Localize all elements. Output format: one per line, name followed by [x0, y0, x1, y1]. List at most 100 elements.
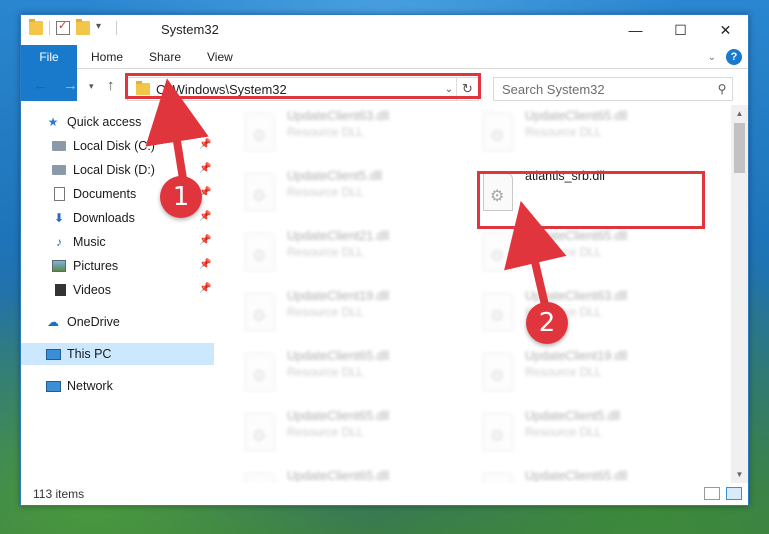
tab-view[interactable]: View: [193, 45, 247, 69]
scroll-down-icon[interactable]: ▼: [731, 466, 748, 483]
maximize-button[interactable]: ☐: [658, 15, 703, 45]
pin-icon[interactable]: 📌: [199, 235, 211, 246]
title-bar: ▾ System32 — ☐ ✕: [21, 15, 748, 45]
sidebar-item-label: OneDrive: [67, 315, 120, 329]
file-name: UpdateClient65.dll: [525, 469, 628, 483]
sidebar-item-quick-access[interactable]: ★ Quick access: [45, 111, 215, 133]
search-icon: ⚲: [717, 82, 727, 96]
sidebar-item-onedrive[interactable]: ☁ OneDrive: [45, 311, 215, 333]
folder-icon: [29, 19, 43, 35]
status-bar: 113 items: [21, 483, 748, 505]
dll-file-icon: [245, 473, 275, 483]
tab-home[interactable]: Home: [77, 45, 137, 69]
file-item[interactable]: UpdateClient21.dll Resource DLL: [231, 225, 455, 281]
sidebar-item-network[interactable]: Network: [45, 375, 215, 397]
onedrive-icon: ☁: [47, 315, 59, 329]
sidebar-item-label: Videos: [73, 283, 111, 297]
music-icon: ♪: [56, 235, 62, 249]
scroll-up-icon[interactable]: ▲: [731, 105, 748, 122]
file-name: UpdateClient63.dll: [287, 109, 390, 123]
file-type: Resource DLL: [287, 425, 364, 439]
file-item[interactable]: UpdateClient5.dll Resource DLL: [469, 405, 693, 461]
file-type: Resource DLL: [287, 305, 364, 319]
downloads-icon: ⬇: [53, 211, 65, 225]
forward-arrow-icon[interactable]: →: [63, 77, 78, 94]
file-name: UpdateClient65.dll: [287, 349, 390, 363]
file-type: Resource DLL: [287, 185, 364, 199]
dll-file-icon: [245, 353, 275, 391]
file-name: UpdateClient5.dll: [287, 169, 383, 183]
pin-icon[interactable]: 📌: [199, 211, 211, 222]
dll-file-icon: [245, 173, 275, 211]
file-highlight: [477, 171, 705, 229]
up-arrow-icon[interactable]: ↑: [107, 77, 115, 94]
pin-icon[interactable]: 📌: [199, 283, 211, 294]
sidebar-item-label: Network: [67, 379, 113, 393]
details-view-icon[interactable]: [704, 487, 720, 500]
file-item[interactable]: UpdateClient65.dll Resource DLL: [469, 225, 693, 281]
file-item[interactable]: UpdateClient63.dll Resource DLL: [231, 105, 455, 161]
search-input[interactable]: Search System32: [502, 82, 712, 97]
minimize-button[interactable]: —: [613, 15, 658, 45]
window-title: System32: [161, 22, 219, 37]
sidebar-item-label: Downloads: [73, 211, 135, 225]
network-icon: [45, 378, 61, 394]
file-item[interactable]: UpdateClient19.dll Resource DLL: [231, 285, 455, 341]
recent-locations-chevron-icon[interactable]: ▾: [89, 81, 94, 92]
sidebar-item-label: Local Disk (D:): [73, 163, 155, 177]
file-item[interactable]: UpdateClient19.dll Resource DLL: [469, 345, 693, 401]
back-arrow-icon[interactable]: ←: [33, 77, 48, 94]
sidebar-item-label: Quick access: [67, 115, 142, 129]
dll-file-icon: [483, 113, 513, 151]
quick-access-toolbar: ▾: [29, 19, 117, 35]
sidebar-item-label: This PC: [67, 347, 112, 361]
callout-1: 1: [160, 176, 202, 218]
file-item[interactable]: UpdateClient65.dll Resource DLL: [469, 105, 693, 161]
file-name: UpdateClient19.dll: [287, 289, 390, 303]
dll-file-icon: [483, 413, 513, 451]
dll-file-icon: [483, 293, 513, 331]
file-item[interactable]: UpdateClient65.dll Resource DLL: [231, 465, 455, 483]
customize-toolbar-icon[interactable]: ▾: [96, 21, 110, 35]
file-item[interactable]: UpdateClient63.dll Resource DLL: [469, 285, 693, 341]
sidebar-item-local-disk-c[interactable]: Local Disk (C:) 📌: [51, 135, 215, 157]
file-name: UpdateClient21.dll: [287, 229, 390, 243]
callout-2: 2: [526, 302, 568, 344]
file-item[interactable]: UpdateClient65.dll Resource DLL: [231, 405, 455, 461]
file-item[interactable]: UpdateClient5.dll Resource DLL: [231, 165, 455, 221]
drive-icon: [51, 162, 67, 178]
file-list: UpdateClient63.dll Resource DLL UpdateCl…: [231, 105, 730, 483]
help-icon[interactable]: ?: [726, 49, 742, 65]
close-button[interactable]: ✕: [703, 15, 748, 45]
file-name: UpdateClient65.dll: [525, 229, 628, 243]
divider: [49, 21, 50, 35]
new-folder-icon[interactable]: [76, 19, 90, 35]
pin-icon[interactable]: 📌: [199, 139, 211, 150]
dll-file-icon: [483, 233, 513, 271]
properties-icon[interactable]: [56, 19, 70, 35]
sidebar-item-this-pc[interactable]: This PC: [21, 343, 214, 365]
vertical-scrollbar[interactable]: ▲ ▼: [731, 105, 748, 483]
dll-file-icon: [245, 293, 275, 331]
dll-file-icon: [245, 233, 275, 271]
search-box[interactable]: Search System32 ⚲: [493, 77, 733, 101]
address-bar-highlight: [125, 73, 481, 99]
sidebar-item-label: Local Disk (C:): [73, 139, 155, 153]
file-type: Resource DLL: [525, 425, 602, 439]
sidebar-item-pictures[interactable]: Pictures 📌: [51, 255, 215, 277]
tab-share[interactable]: Share: [135, 45, 195, 69]
sidebar-item-videos[interactable]: Videos 📌: [51, 279, 215, 301]
file-item[interactable]: UpdateClient65.dll Resource DLL: [231, 345, 455, 401]
divider: [116, 21, 117, 35]
sidebar-item-music[interactable]: ♪ Music 📌: [51, 231, 215, 253]
documents-icon: [51, 186, 67, 202]
file-item[interactable]: UpdateClient65.dll Resource DLL: [469, 465, 693, 483]
scroll-thumb[interactable]: [734, 123, 745, 173]
pin-icon[interactable]: 📌: [199, 163, 211, 174]
file-name: UpdateClient5.dll: [525, 409, 621, 423]
chevron-down-icon[interactable]: ⌄: [708, 52, 716, 63]
file-explorer-window: ▾ System32 — ☐ ✕ File Home Share View ⌄ …: [20, 14, 749, 506]
large-icons-view-icon[interactable]: [726, 487, 742, 500]
content-area: ★ Quick access Local Disk (C:) 📌 Local D…: [21, 105, 748, 483]
pin-icon[interactable]: 📌: [199, 259, 211, 270]
